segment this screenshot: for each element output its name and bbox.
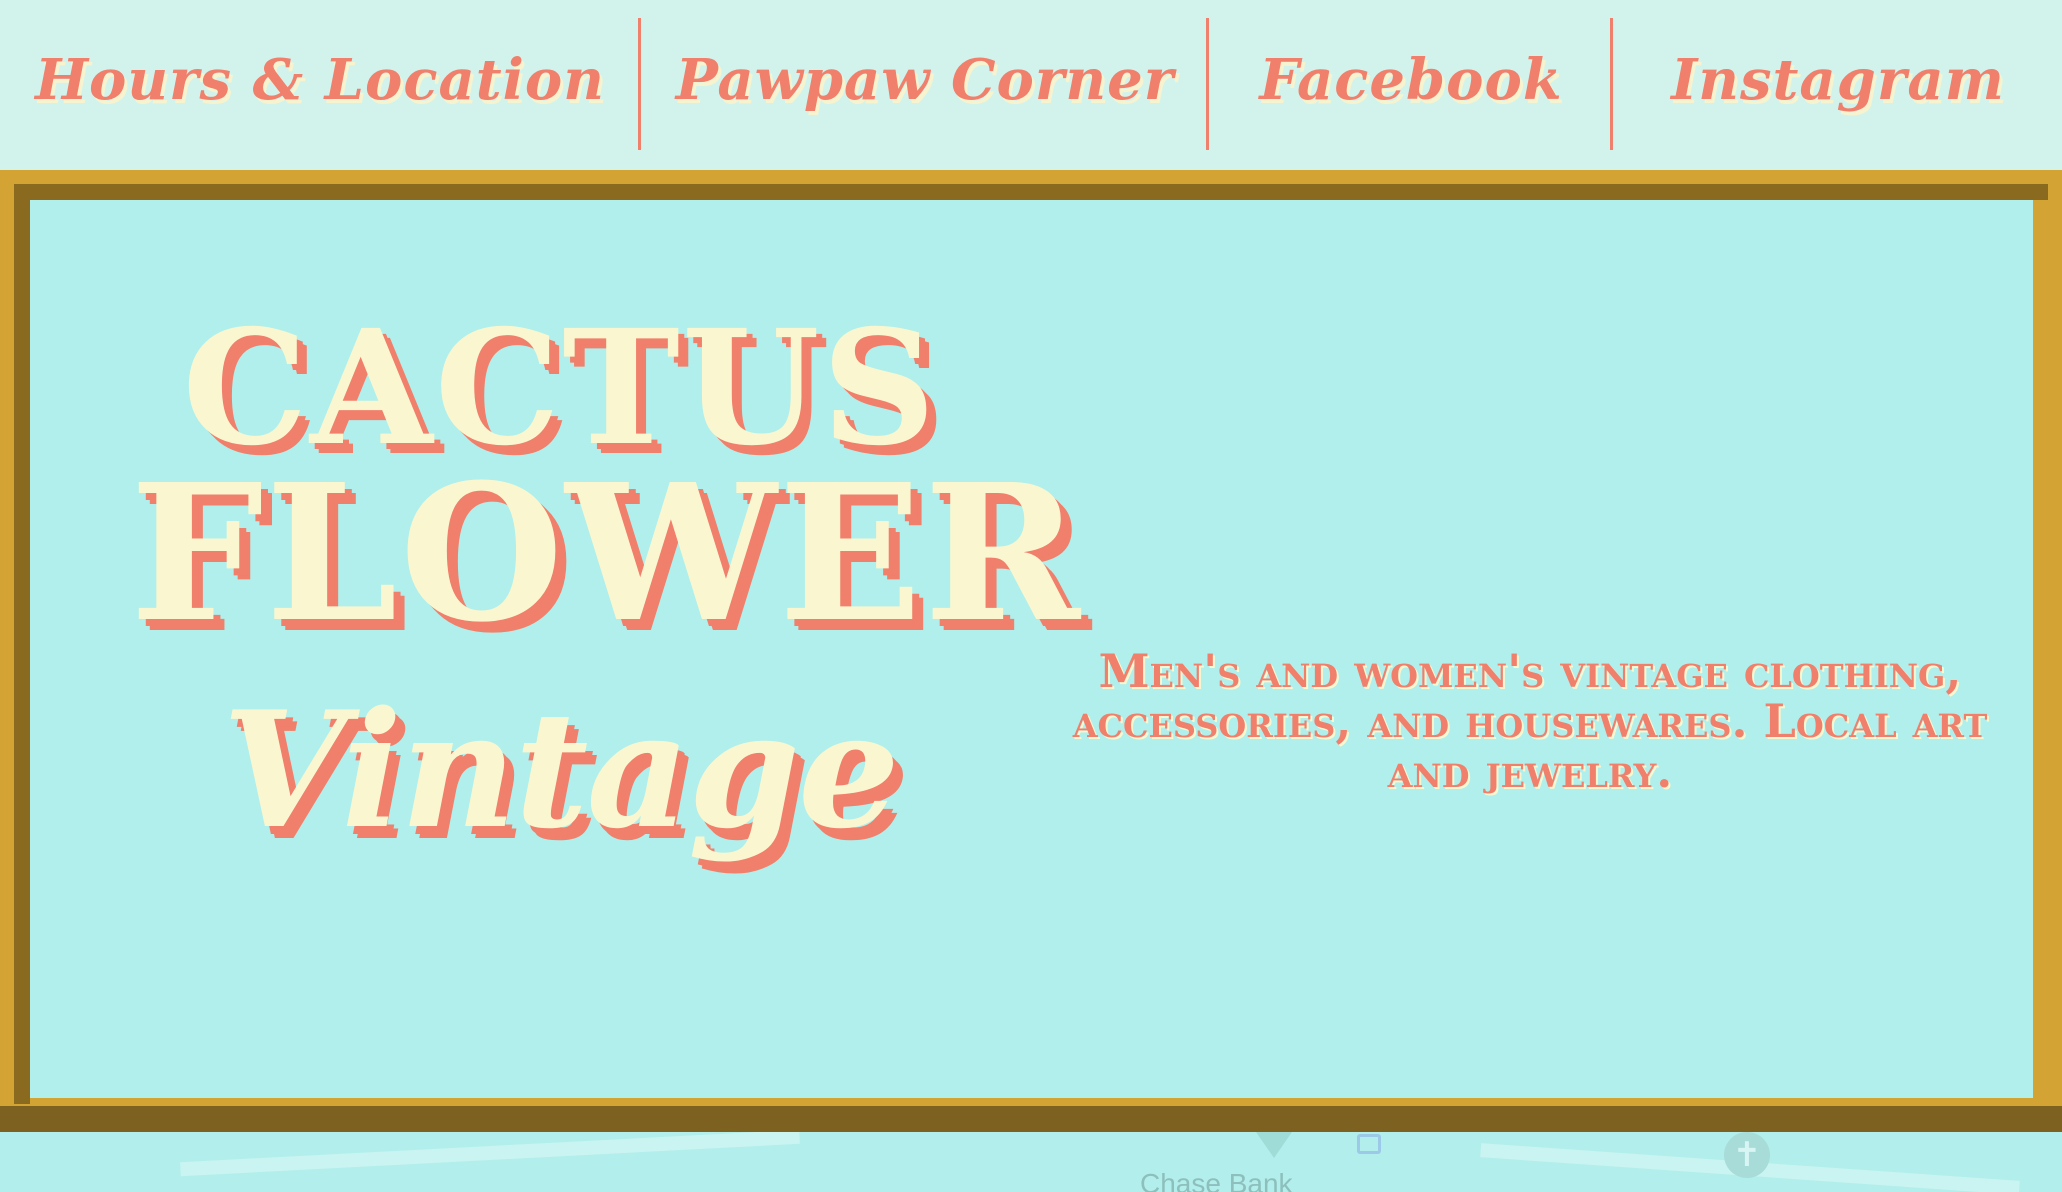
logo-word-flower: FLOWER xyxy=(130,443,1083,664)
store-tagline: Men's and women's vintage clothing, acce… xyxy=(1072,644,1988,798)
location-map[interactable]: ✝ Chase Bank xyxy=(0,1132,2062,1192)
church-icon: ✝ xyxy=(1724,1132,1770,1178)
nav-link-pawpaw-corner[interactable]: Pawpaw Corner xyxy=(642,0,1208,160)
nav-divider xyxy=(1206,18,1209,150)
hero-panel: CACTUS FLOWER Vintage Men's and women's … xyxy=(30,200,2033,1098)
logo-word-vintage: Vintage xyxy=(222,676,900,864)
nav-divider xyxy=(638,18,641,150)
map-road xyxy=(180,1132,800,1177)
store-logo: CACTUS FLOWER Vintage xyxy=(130,290,1083,910)
nav-link-facebook[interactable]: Facebook xyxy=(1210,0,1612,160)
nav-link-hours-location[interactable]: Hours & Location xyxy=(0,0,640,160)
nav-link-label: Hours & Location xyxy=(35,47,605,113)
frame-bevel-top xyxy=(14,184,2048,200)
nav-link-label: Pawpaw Corner xyxy=(675,47,1175,113)
frame-bevel-bottom xyxy=(0,1106,2062,1132)
nav-link-label: Facebook xyxy=(1259,47,1563,113)
map-place-label[interactable]: Chase Bank xyxy=(1140,1168,1293,1192)
bank-icon xyxy=(1357,1134,1381,1154)
map-pin-icon[interactable] xyxy=(1256,1132,1292,1158)
nav-divider xyxy=(1610,18,1613,150)
top-nav: Hours & Location Pawpaw Corner Facebook … xyxy=(0,0,2062,170)
frame-bevel-left xyxy=(14,184,30,1104)
hero-frame: CACTUS FLOWER Vintage Men's and women's … xyxy=(0,170,2062,1132)
nav-link-label: Instagram xyxy=(1671,47,2005,113)
nav-link-instagram[interactable]: Instagram xyxy=(1614,0,2062,160)
